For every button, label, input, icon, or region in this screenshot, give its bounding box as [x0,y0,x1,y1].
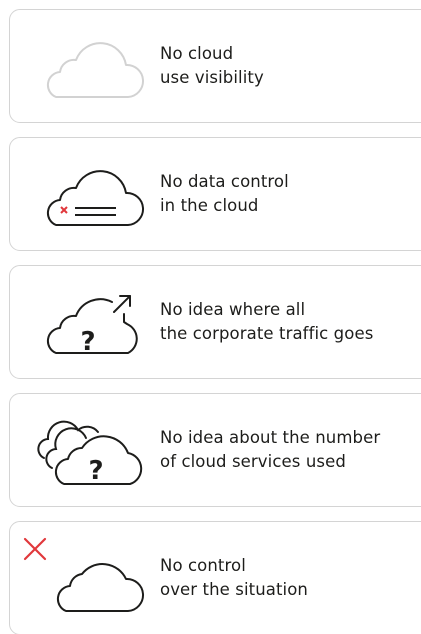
cloud-outline-muted-icon [30,22,144,112]
card-line-2: in the cloud [160,196,259,215]
card-text: No idea where all the corporate traffic … [160,298,373,346]
card-no-data-control: No data control in the cloud [9,137,421,251]
card-no-cloud-visibility: No cloud use visibility [9,9,421,123]
red-cross-icon [23,537,47,561]
cloud-question-traffic-icon: ? [30,278,140,368]
arrow-up-right-icon [113,295,131,313]
card-no-services-count: ? No idea about the number of cloud serv… [9,393,421,507]
card-line-2: over the situation [160,580,308,599]
card-text: No data control in the cloud [160,170,289,218]
cloud-data-cross-icon [30,150,144,240]
small-cross-icon [60,206,68,214]
card-text: No control over the situation [160,554,308,602]
question-mark: ? [80,327,95,357]
card-line-1: No cloud [160,44,234,63]
question-mark: ? [88,456,103,486]
card-text: No cloud use visibility [160,42,264,90]
card-text: No idea about the number of cloud servic… [160,426,380,474]
card-line-2: of cloud services used [160,452,346,471]
card-line-1: No idea about the number [160,428,381,447]
card-line-1: No data control [160,172,289,191]
card-no-control: No control over the situation [9,521,421,634]
card-line-2: the corporate traffic goes [160,324,374,343]
multi-cloud-question-icon: ? [30,406,143,496]
card-line-1: No idea where all [160,300,306,319]
card-no-traffic-idea: ? No idea where all the corporate traffi… [9,265,421,379]
cloud-red-cross-icon [23,534,144,624]
card-line-2: use visibility [160,68,264,87]
card-line-1: No control [160,556,246,575]
